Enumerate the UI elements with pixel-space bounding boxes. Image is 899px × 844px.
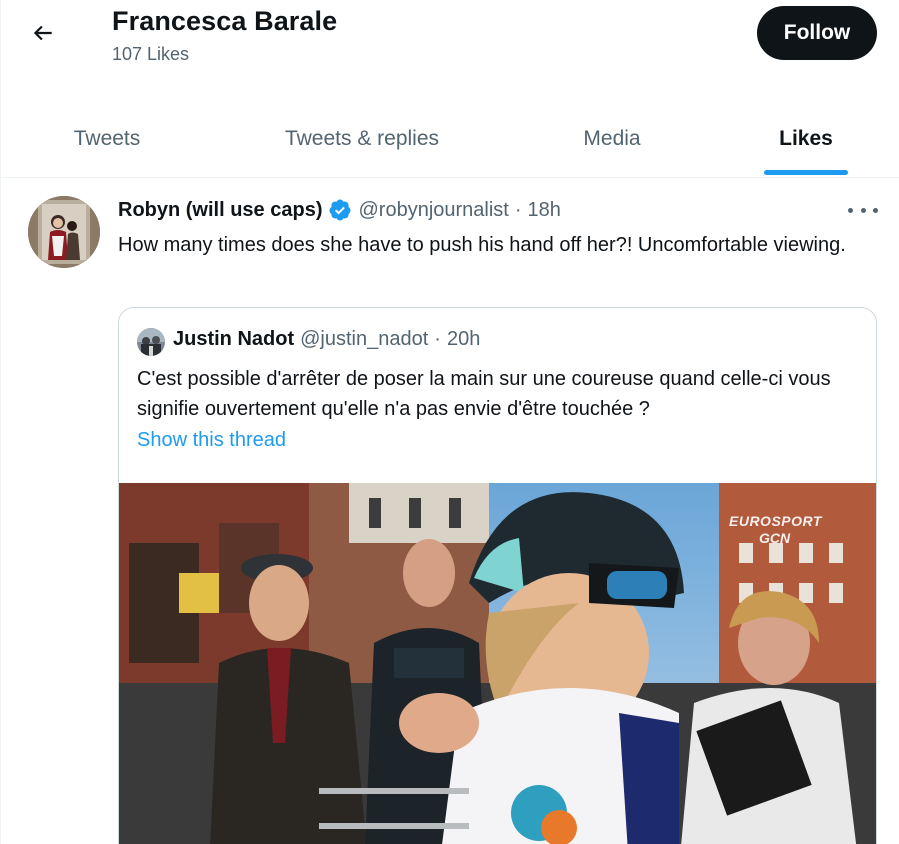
profile-header: Francesca Barale 107 Likes Follow xyxy=(0,0,899,100)
arrow-left-icon xyxy=(33,25,52,41)
more-dot xyxy=(873,207,878,213)
tab-likes[interactable]: Likes xyxy=(746,100,866,177)
show-thread-link[interactable]: Show this thread xyxy=(137,429,286,452)
tweet-timestamp[interactable]: 18h xyxy=(528,199,561,222)
tweet[interactable]: Robyn (will use caps) @robynjournalist ·… xyxy=(0,178,899,844)
avatar[interactable] xyxy=(28,196,100,268)
quoted-timestamp[interactable]: 20h xyxy=(447,328,480,351)
more-options-button[interactable] xyxy=(848,202,878,218)
quoted-header: Justin Nadot @justin_nadot · 20h xyxy=(173,328,480,351)
broadcast-watermark-secondary: GCN xyxy=(759,530,791,546)
quoted-author-name[interactable]: Justin Nadot xyxy=(173,328,294,351)
tab-tweets[interactable]: Tweets xyxy=(14,100,200,177)
verified-badge-icon xyxy=(328,198,352,222)
left-column-border xyxy=(0,0,1,844)
tab-tweets-replies[interactable]: Tweets & replies xyxy=(250,100,474,177)
likes-count: 107 Likes xyxy=(112,44,190,64)
author-handle[interactable]: @robynjournalist xyxy=(358,199,508,222)
tab-media[interactable]: Media xyxy=(540,100,684,177)
more-dot xyxy=(860,207,866,213)
back-button[interactable] xyxy=(24,14,62,52)
active-tab-indicator xyxy=(764,170,848,175)
profile-likes-page: Francesca Barale 107 Likes Follow Tweets… xyxy=(0,0,899,844)
quoted-avatar-image xyxy=(137,328,165,356)
profile-tabs: Tweets Tweets & replies Media Likes xyxy=(0,100,899,178)
more-horizontal-icon xyxy=(848,207,853,213)
quoted-video-thumbnail[interactable]: EUROSPORT GCN xyxy=(119,483,876,844)
follow-button[interactable]: Follow xyxy=(757,6,877,60)
avatar-image xyxy=(28,196,100,268)
quoted-author-handle[interactable]: @justin_nadot xyxy=(300,328,428,351)
broadcast-watermark: EUROSPORT xyxy=(729,513,822,529)
tweet-header: Robyn (will use caps) @robynjournalist ·… xyxy=(118,198,561,222)
quoted-text: C'est possible d'arrêter de poser la mai… xyxy=(137,368,831,420)
profile-name: Francesca Barale xyxy=(112,6,338,36)
author-name[interactable]: Robyn (will use caps) xyxy=(118,199,322,222)
tweet-text: How many times does she have to push his… xyxy=(118,234,846,256)
quoted-avatar[interactable] xyxy=(137,328,165,356)
quoted-tweet[interactable]: Justin Nadot @justin_nadot · 20h C'est p… xyxy=(118,307,877,844)
quoted-separator-dot: · xyxy=(434,328,441,350)
separator-dot: · xyxy=(514,198,522,221)
